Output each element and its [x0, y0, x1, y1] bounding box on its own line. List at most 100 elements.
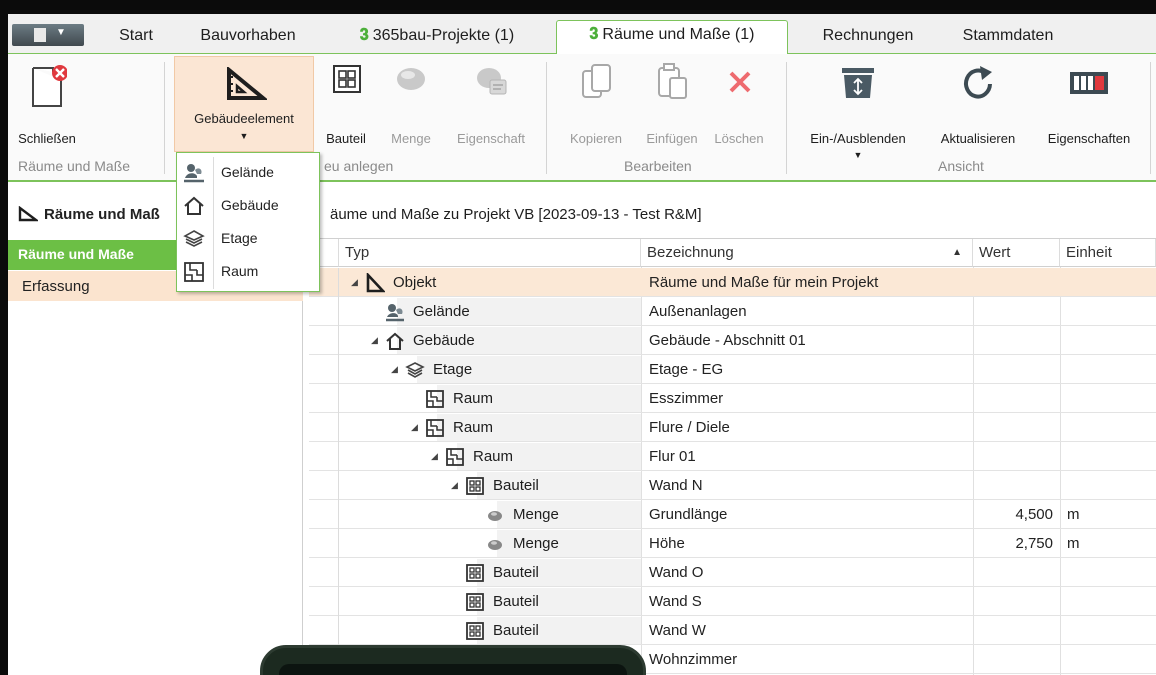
quantity-icon: [488, 511, 502, 521]
table-row[interactable]: Bauteil Wand W: [309, 616, 1156, 645]
row-header[interactable]: [309, 442, 339, 471]
cell-typ: Menge: [339, 529, 641, 558]
tab-bauvorhaben[interactable]: Bauvorhaben: [186, 22, 310, 54]
cell-bezeichnung: Grundlänge: [649, 506, 728, 523]
expand-toggle-icon[interactable]: ◢: [451, 471, 458, 500]
tree-grid: Typ Bezeichnung ▲ Wert Einheit ◢ Objekt Rä…: [309, 238, 1156, 675]
file-menu-button[interactable]: ▼: [12, 24, 84, 46]
365bau-logo-icon: 𝟑: [589, 26, 599, 43]
cell-wert: [973, 413, 1053, 442]
table-row[interactable]: ◢ Objekt Räume und Maße für mein Projekt: [309, 268, 1156, 297]
cell-wert: [973, 384, 1053, 413]
house-icon: [386, 332, 404, 350]
row-header[interactable]: [309, 616, 339, 645]
tab-rechnungen[interactable]: Rechnungen: [804, 22, 932, 54]
column-header-bezeichnung[interactable]: Bezeichnung ▲: [641, 239, 973, 267]
row-header[interactable]: [309, 500, 339, 529]
table-row[interactable]: Bauteil Wand O: [309, 558, 1156, 587]
row-header[interactable]: [309, 471, 339, 500]
table-row[interactable]: ◢ Raum Flure / Diele: [309, 413, 1156, 442]
cell-einheit: m: [1067, 535, 1080, 552]
column-header-typ[interactable]: Typ: [339, 239, 641, 267]
expand-toggle-icon[interactable]: ◢: [371, 326, 378, 355]
row-header[interactable]: [309, 384, 339, 413]
expand-toggle-icon[interactable]: ◢: [411, 413, 418, 442]
component-grid-icon: [466, 622, 484, 640]
cell-typ-label: Bauteil: [493, 564, 539, 581]
tab-start[interactable]: Start: [100, 22, 172, 54]
quantity-icon: [488, 540, 502, 550]
close-button[interactable]: Schließen: [16, 60, 78, 152]
aktualisieren-label: Aktualisieren: [940, 131, 1016, 146]
cell-bezeichnung: Esszimmer: [649, 390, 724, 407]
table-row[interactable]: Raum Esszimmer: [309, 384, 1156, 413]
cell-wert: 2,750: [1015, 535, 1053, 552]
expand-toggle-icon[interactable]: ◢: [391, 355, 398, 384]
close-document-icon: [32, 65, 67, 107]
layers-icon: [183, 230, 205, 247]
kopieren-label: Kopieren: [569, 131, 623, 146]
cell-wert: [973, 355, 1053, 384]
cell-bezeichnung: Wand N: [649, 477, 703, 494]
dropdown-item-label: Gelände: [221, 164, 274, 180]
column-header-label: Bezeichnung: [647, 244, 734, 261]
gebaeudeelement-button[interactable]: Gebäudeelement ▼: [174, 56, 314, 152]
cell-bezeichnung: Wand W: [649, 622, 706, 639]
row-header[interactable]: [309, 413, 339, 442]
cell-typ-label: Etage: [433, 361, 473, 378]
row-header[interactable]: [309, 355, 339, 384]
table-row[interactable]: ◢ Raum Flur 01: [309, 442, 1156, 471]
table-row[interactable]: Bauteil Wand S: [309, 587, 1156, 616]
expand-toggle-icon[interactable]: ◢: [431, 442, 438, 471]
properties-panel-icon: [1070, 72, 1108, 94]
tab-label: Räume und Maße (1): [602, 26, 755, 43]
building-element-icon: [227, 67, 267, 100]
eigenschaft-label: Eigenschaft: [457, 131, 525, 146]
property-icon: [477, 68, 507, 95]
row-header[interactable]: [309, 587, 339, 616]
dropdown-item-raum[interactable]: Raum: [177, 255, 319, 288]
cell-bezeichnung: Flure / Diele: [649, 419, 730, 436]
component-grid-icon: [466, 477, 484, 495]
table-row[interactable]: Gelände Außenanlagen: [309, 297, 1156, 326]
row-header[interactable]: [309, 558, 339, 587]
column-header-einheit[interactable]: Einheit: [1060, 239, 1156, 267]
dropdown-item-label: Gebäude: [221, 197, 279, 213]
cell-wert: [973, 442, 1053, 471]
ein-ausblenden-label: Ein-/Ausblenden: [810, 131, 906, 146]
column-header-wert[interactable]: Wert: [973, 239, 1060, 267]
group-separator: [1150, 62, 1151, 174]
dropdown-item-gelaende[interactable]: Gelände: [177, 156, 319, 189]
cell-typ-label: Bauteil: [493, 622, 539, 639]
refresh-icon: [964, 66, 992, 99]
row-header[interactable]: [309, 326, 339, 355]
cell-wert: [973, 297, 1053, 326]
dropdown-item-label: Etage: [221, 230, 258, 246]
expand-toggle-icon[interactable]: ◢: [351, 268, 358, 297]
group-separator: [786, 62, 787, 174]
table-row[interactable]: ◢ Gebäude Gebäude - Abschnitt 01: [309, 326, 1156, 355]
tab-stammdaten[interactable]: Stammdaten: [948, 22, 1068, 54]
chevron-down-icon: ▼: [853, 150, 863, 160]
einfuegen-label: Einfügen: [646, 131, 698, 146]
group-label-neu-anlegen: eu anlegen: [324, 158, 394, 174]
table-row[interactable]: ◢ Bauteil Wand N: [309, 471, 1156, 500]
phone-screen: [279, 664, 627, 675]
sort-ascending-icon: ▲: [952, 247, 962, 258]
table-row[interactable]: Menge Höhe 2,750 m: [309, 529, 1156, 558]
cell-typ-label: Menge: [513, 506, 559, 523]
dropdown-item-gebaeude[interactable]: Gebäude: [177, 189, 319, 222]
row-header[interactable]: [309, 529, 339, 558]
table-row[interactable]: Menge Grundlänge 4,500 m: [309, 500, 1156, 529]
tab-raeume-und-masse[interactable]: 𝟑 Räume und Maße (1): [556, 20, 788, 55]
table-row[interactable]: ◢ Etage Etage - EG: [309, 355, 1156, 384]
tab-365bau-projekte[interactable]: 𝟑 365bau-Projekte (1): [328, 22, 546, 54]
group-label-ansicht: Ansicht: [938, 158, 984, 174]
room-floorplan-icon: [426, 390, 444, 408]
group-label-raeume-und-masse: Räume und Maße: [18, 158, 131, 174]
building-element-icon: [18, 206, 38, 222]
component-grid-icon: [333, 65, 361, 93]
row-header[interactable]: [309, 297, 339, 326]
dropdown-item-etage[interactable]: Etage: [177, 222, 319, 255]
cell-typ: Bauteil: [339, 558, 641, 587]
